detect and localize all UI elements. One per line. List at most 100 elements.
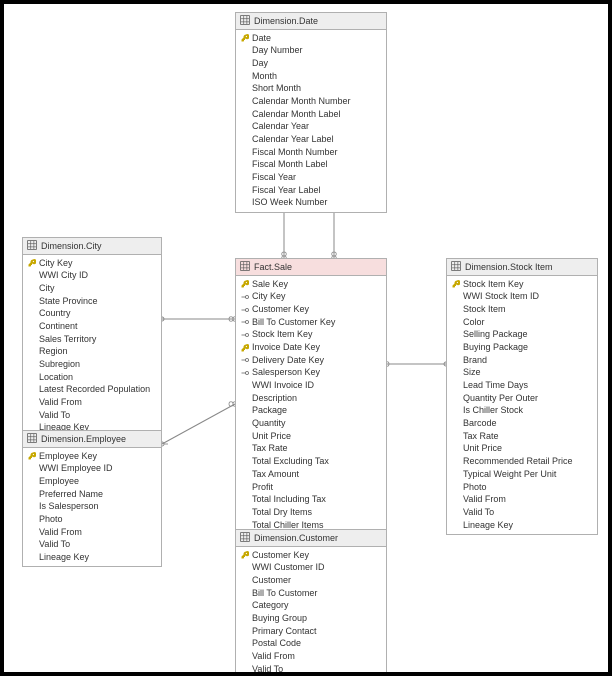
column-row[interactable]: Typical Weight Per Unit — [450, 468, 594, 481]
column-row[interactable]: Primary Contact — [239, 625, 383, 638]
column-row[interactable]: Calendar Month Label — [239, 108, 383, 121]
table-header[interactable]: Dimension.Employee — [23, 431, 161, 448]
table-date[interactable]: Dimension.Date DateDay NumberDayMonthShor… — [235, 12, 387, 213]
column-row[interactable]: Fiscal Month Label — [239, 159, 383, 172]
column-row[interactable]: Valid From — [26, 526, 158, 539]
column-row[interactable]: Unit Price — [450, 443, 594, 456]
column-row[interactable]: Selling Package — [450, 329, 594, 342]
table-header[interactable]: Dimension.Date — [236, 13, 386, 30]
column-row[interactable]: Invoice Date Key — [239, 341, 383, 354]
column-row[interactable]: Barcode — [450, 418, 594, 431]
column-row[interactable]: City Key — [26, 257, 158, 270]
table-customer[interactable]: Dimension.Customer Customer KeyWWI Custom… — [235, 529, 387, 676]
column-row[interactable]: WWI City ID — [26, 270, 158, 283]
column-row[interactable]: WWI Stock Item ID — [450, 291, 594, 304]
column-row[interactable]: Buying Group — [239, 612, 383, 625]
column-row[interactable]: Brand — [450, 354, 594, 367]
column-row[interactable]: Lead Time Days — [450, 380, 594, 393]
column-row[interactable]: Fiscal Year Label — [239, 184, 383, 197]
column-row[interactable]: Short Month — [239, 83, 383, 96]
column-row[interactable]: Subregion — [26, 359, 158, 372]
column-name: Description — [252, 393, 297, 405]
column-row[interactable]: Salesperson Key — [239, 367, 383, 380]
column-row[interactable]: Customer Key — [239, 549, 383, 562]
column-row[interactable]: Customer — [239, 574, 383, 587]
column-row[interactable]: Calendar Month Number — [239, 95, 383, 108]
column-row[interactable]: Calendar Year Label — [239, 134, 383, 147]
table-sale[interactable]: Fact.Sale Sale KeyCity KeyCustomer KeyBil… — [235, 258, 387, 547]
table-employee[interactable]: Dimension.Employee Employee KeyWWI Employ… — [22, 430, 162, 567]
column-row[interactable]: Location — [26, 371, 158, 384]
column-row[interactable]: Fiscal Year — [239, 172, 383, 185]
column-row[interactable]: Profit — [239, 481, 383, 494]
column-row[interactable]: Total Dry Items — [239, 506, 383, 519]
column-row[interactable]: Valid To — [239, 663, 383, 676]
column-row[interactable]: Sale Key — [239, 278, 383, 291]
column-row[interactable]: Size — [450, 367, 594, 380]
column-row[interactable]: Package — [239, 405, 383, 418]
column-row[interactable]: ISO Week Number — [239, 197, 383, 210]
column-row[interactable]: Sales Territory — [26, 333, 158, 346]
table-stockitem[interactable]: Dimension.Stock Item Stock Item KeyWWI St… — [446, 258, 598, 535]
column-row[interactable]: Tax Amount — [239, 468, 383, 481]
column-row[interactable]: Continent — [26, 320, 158, 333]
relationship-line[interactable] — [162, 404, 235, 444]
column-row[interactable]: Quantity — [239, 418, 383, 431]
column-row[interactable]: Tax Rate — [239, 443, 383, 456]
table-header[interactable]: Dimension.City — [23, 238, 161, 255]
column-row[interactable]: Calendar Year — [239, 121, 383, 134]
column-row[interactable]: Date — [239, 32, 383, 45]
column-row[interactable]: City Key — [239, 291, 383, 304]
column-row[interactable]: Lineage Key — [450, 519, 594, 532]
column-row[interactable]: WWI Invoice ID — [239, 380, 383, 393]
column-row[interactable]: Employee — [26, 475, 158, 488]
table-header[interactable]: Fact.Sale — [236, 259, 386, 276]
column-row[interactable]: WWI Customer ID — [239, 562, 383, 575]
column-row[interactable]: Stock Item Key — [450, 278, 594, 291]
column-row[interactable]: Total Excluding Tax — [239, 456, 383, 469]
column-row[interactable]: Color — [450, 316, 594, 329]
column-row[interactable]: Bill To Customer Key — [239, 316, 383, 329]
column-row[interactable]: Delivery Date Key — [239, 354, 383, 367]
column-row[interactable]: Latest Recorded Population — [26, 384, 158, 397]
column-row[interactable]: City — [26, 282, 158, 295]
column-row[interactable]: Lineage Key — [26, 552, 158, 565]
column-row[interactable]: Postal Code — [239, 638, 383, 651]
column-row[interactable]: Unit Price — [239, 430, 383, 443]
column-row[interactable]: Photo — [450, 481, 594, 494]
column-row[interactable]: WWI Employee ID — [26, 463, 158, 476]
column-row[interactable]: Is Salesperson — [26, 501, 158, 514]
column-row[interactable]: Recommended Retail Price — [450, 456, 594, 469]
column-row[interactable]: Is Chiller Stock — [450, 405, 594, 418]
table-header[interactable]: Dimension.Stock Item — [447, 259, 597, 276]
column-row[interactable]: Day Number — [239, 45, 383, 58]
column-row[interactable]: State Province — [26, 295, 158, 308]
column-row[interactable]: Customer Key — [239, 303, 383, 316]
column-row[interactable]: Valid From — [239, 651, 383, 664]
column-row[interactable]: Valid To — [26, 409, 158, 422]
table-city[interactable]: Dimension.City City KeyWWI City IDCitySta… — [22, 237, 162, 438]
column-row[interactable]: Valid To — [26, 539, 158, 552]
column-row[interactable]: Valid To — [450, 506, 594, 519]
column-row[interactable]: Fiscal Month Number — [239, 146, 383, 159]
column-name: Calendar Year Label — [252, 134, 334, 146]
column-row[interactable]: Stock Item Key — [239, 329, 383, 342]
table-header[interactable]: Dimension.Customer — [236, 530, 386, 547]
column-row[interactable]: Category — [239, 600, 383, 613]
column-row[interactable]: Region — [26, 346, 158, 359]
column-row[interactable]: Valid From — [450, 494, 594, 507]
column-row[interactable]: Day — [239, 57, 383, 70]
column-row[interactable]: Description — [239, 392, 383, 405]
column-row[interactable]: Buying Package — [450, 341, 594, 354]
column-row[interactable]: Photo — [26, 513, 158, 526]
column-row[interactable]: Bill To Customer — [239, 587, 383, 600]
column-row[interactable]: Stock Item — [450, 303, 594, 316]
column-row[interactable]: Valid From — [26, 397, 158, 410]
column-row[interactable]: Preferred Name — [26, 488, 158, 501]
column-row[interactable]: Month — [239, 70, 383, 83]
column-row[interactable]: Country — [26, 308, 158, 321]
column-row[interactable]: Tax Rate — [450, 430, 594, 443]
column-row[interactable]: Quantity Per Outer — [450, 392, 594, 405]
column-row[interactable]: Employee Key — [26, 450, 158, 463]
column-row[interactable]: Total Including Tax — [239, 494, 383, 507]
